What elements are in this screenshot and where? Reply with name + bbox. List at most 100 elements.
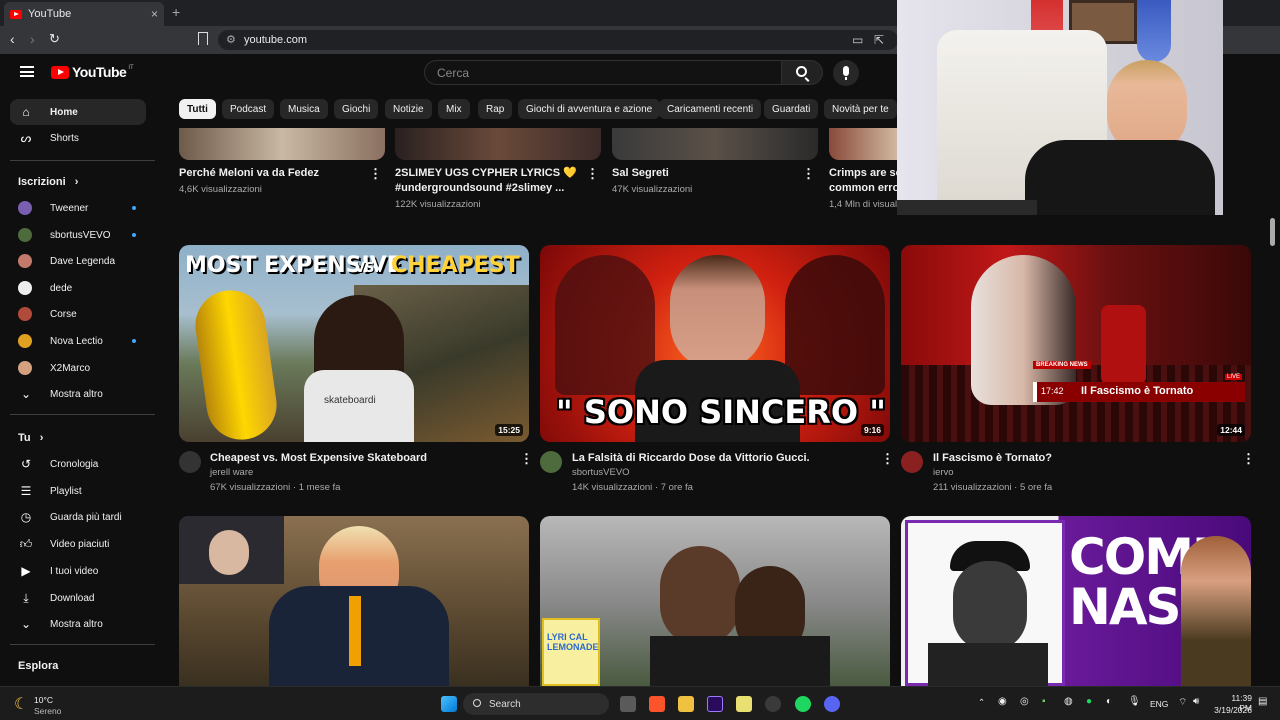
more-options-icon[interactable]: ⋮	[520, 452, 533, 465]
notepad-icon[interactable]	[736, 696, 752, 712]
chip-recent-uploads[interactable]: Caricamenti recenti	[659, 99, 762, 119]
video-title[interactable]: La Falsità di Riccardo Dose da Vittorio …	[572, 451, 810, 465]
tray-mic-icon[interactable]: 🎙︎	[1128, 696, 1141, 707]
brave-browser-icon[interactable]	[649, 696, 665, 712]
you-header[interactable]: Tu ›	[18, 432, 43, 444]
video-thumbnail[interactable]: COME NASCE	[901, 516, 1251, 686]
bookmark-icon[interactable]	[198, 32, 208, 45]
more-options-icon[interactable]: ⋮	[881, 452, 894, 465]
avatar[interactable]	[540, 451, 562, 473]
more-options-icon[interactable]: ⋮	[802, 167, 815, 180]
tray-chevron-icon[interactable]: ⌃	[978, 697, 985, 708]
notifications-icon[interactable]: ▤	[1258, 696, 1267, 707]
menu-icon[interactable]	[20, 66, 34, 77]
sidebar-item-subscription[interactable]: sbortusVEVO	[10, 222, 146, 248]
scrollbar-thumb[interactable]	[1270, 218, 1275, 246]
cast-icon[interactable]: ▭	[852, 33, 863, 47]
sidebar-show-more[interactable]: ⌄ Mostra altro	[10, 381, 146, 407]
sidebar-item-subscription[interactable]: Dave Legenda	[10, 248, 146, 274]
video-title-line2[interactable]: #undergroundsound #2slimey ...	[395, 181, 564, 195]
channel-name[interactable]: jerell ware	[210, 466, 253, 479]
youtube-logo[interactable]: YouTube IT	[51, 64, 134, 80]
share-icon[interactable]: ⇱	[874, 33, 884, 47]
file-explorer-icon[interactable]	[678, 696, 694, 712]
video-title[interactable]: Crimps are sor	[829, 166, 907, 180]
tray-steam-icon[interactable]: ◍	[1064, 696, 1073, 707]
chip-music[interactable]: Musica	[280, 99, 328, 119]
chip-podcast[interactable]: Podcast	[222, 99, 275, 119]
more-options-icon[interactable]: ⋮	[369, 167, 382, 180]
weather-moon-icon[interactable]: ☾	[14, 694, 28, 714]
sidebar-item-download[interactable]: ⤓ Download	[10, 585, 146, 611]
sidebar-item-history[interactable]: ↺ Cronologia	[10, 451, 146, 477]
video-thumbnail[interactable]: BREAKING NEWS 17:42 Il Fascismo è Tornat…	[901, 245, 1251, 442]
discord-icon[interactable]	[824, 696, 840, 712]
sidebar-item-subscription[interactable]: Nova Lectio	[10, 328, 146, 354]
weather-temp[interactable]: 10°C	[34, 695, 53, 705]
tray-discord-icon[interactable]: ◉	[998, 696, 1007, 707]
video-thumbnail[interactable]	[829, 128, 897, 160]
video-thumbnail[interactable]: LYRI CAL LEMONADE	[540, 516, 890, 686]
video-thumbnail[interactable]	[612, 128, 818, 160]
sidebar-item-home[interactable]: ⌂ Home	[10, 99, 146, 125]
video-thumbnail[interactable]: skateboardi MOST EXPENSIVE VS. CHEAPEST …	[179, 245, 529, 442]
sidebar-item-subscription[interactable]: X2Marco	[10, 355, 146, 381]
tab-close-icon[interactable]: ×	[151, 7, 158, 21]
video-thumbnail[interactable]	[179, 128, 385, 160]
more-options-icon[interactable]: ⋮	[586, 167, 599, 180]
video-title[interactable]: Cheapest vs. Most Expensive Skateboard	[210, 451, 427, 465]
video-title[interactable]: Sal Segreti	[612, 166, 669, 180]
sidebar-item-watch-later[interactable]: ◷ Guarda più tardi	[10, 504, 146, 530]
chip-new-for-you[interactable]: Novità per te	[824, 99, 897, 119]
tray-network-icon[interactable]: ◐	[1106, 696, 1112, 707]
sidebar-item-subscription[interactable]: dede	[10, 275, 146, 301]
spotify-icon[interactable]	[795, 696, 811, 712]
voice-search-icon[interactable]	[833, 60, 859, 86]
back-icon[interactable]: ‹	[10, 31, 15, 47]
chip-rap[interactable]: Rap	[478, 99, 513, 119]
premiere-pro-icon[interactable]	[707, 696, 723, 712]
more-options-icon[interactable]: ⋮	[1242, 452, 1255, 465]
video-title[interactable]: Il Fascismo è Tornato?	[933, 451, 1052, 465]
sidebar-item-subscription[interactable]: Tweener	[10, 195, 146, 221]
chip-games[interactable]: Giochi	[334, 99, 379, 119]
sidebar-item-your-videos[interactable]: ▶ I tuoi video	[10, 558, 146, 584]
browser-tab[interactable]: YouTube ×	[4, 2, 164, 26]
tray-app-icon[interactable]: ◎	[1020, 696, 1029, 707]
page-scrollbar[interactable]	[1268, 215, 1276, 685]
chip-all[interactable]: Tutti	[179, 99, 216, 119]
video-thumbnail[interactable]: " SONO SINCERO " 9:16	[540, 245, 890, 442]
sidebar-item-subscription[interactable]: Corse	[10, 301, 146, 327]
task-view-icon[interactable]	[620, 696, 636, 712]
clock-date[interactable]: 3/19/2026	[1214, 705, 1252, 715]
video-title-line2[interactable]: common error	[829, 181, 904, 195]
taskbar-search[interactable]: Search	[463, 693, 609, 715]
video-thumbnail[interactable]	[179, 516, 529, 686]
channel-name[interactable]: iervo	[933, 466, 954, 479]
avatar[interactable]	[179, 451, 201, 473]
tray-spotify-icon[interactable]: ●	[1086, 696, 1092, 707]
search-input[interactable]: Cerca	[424, 60, 782, 85]
tray-nvidia-icon[interactable]: ▪	[1042, 696, 1046, 707]
obs-icon[interactable]	[765, 696, 781, 712]
search-button[interactable]	[781, 60, 823, 85]
weather-desc[interactable]: Sereno	[34, 706, 61, 716]
video-title[interactable]: Perché Meloni va da Fedez	[179, 166, 319, 180]
volume-icon[interactable]: 🔊︎	[1193, 696, 1199, 707]
forward-icon[interactable]: ›	[30, 31, 35, 47]
channel-name[interactable]: sbortusVEVO	[572, 466, 630, 479]
wifi-icon[interactable]: ⌔	[1178, 696, 1187, 709]
avatar[interactable]	[901, 451, 923, 473]
chip-mix[interactable]: Mix	[438, 99, 470, 119]
start-menu-icon[interactable]	[441, 696, 457, 712]
subscriptions-header[interactable]: Iscrizioni ›	[18, 176, 78, 188]
language-indicator[interactable]: ENG	[1150, 699, 1168, 709]
chip-news[interactable]: Notizie	[385, 99, 432, 119]
chip-adventure-games[interactable]: Giochi di avventura e azione	[518, 99, 661, 119]
sidebar-show-more[interactable]: ⌄ Mostra altro	[10, 611, 146, 637]
new-tab-button[interactable]: +	[172, 4, 180, 20]
reload-icon[interactable]: ↻	[49, 31, 60, 47]
sidebar-item-shorts[interactable]: ᔕ Shorts	[10, 125, 146, 151]
chip-watched[interactable]: Guardati	[764, 99, 819, 119]
site-info-icon[interactable]: ⚙	[226, 33, 236, 46]
